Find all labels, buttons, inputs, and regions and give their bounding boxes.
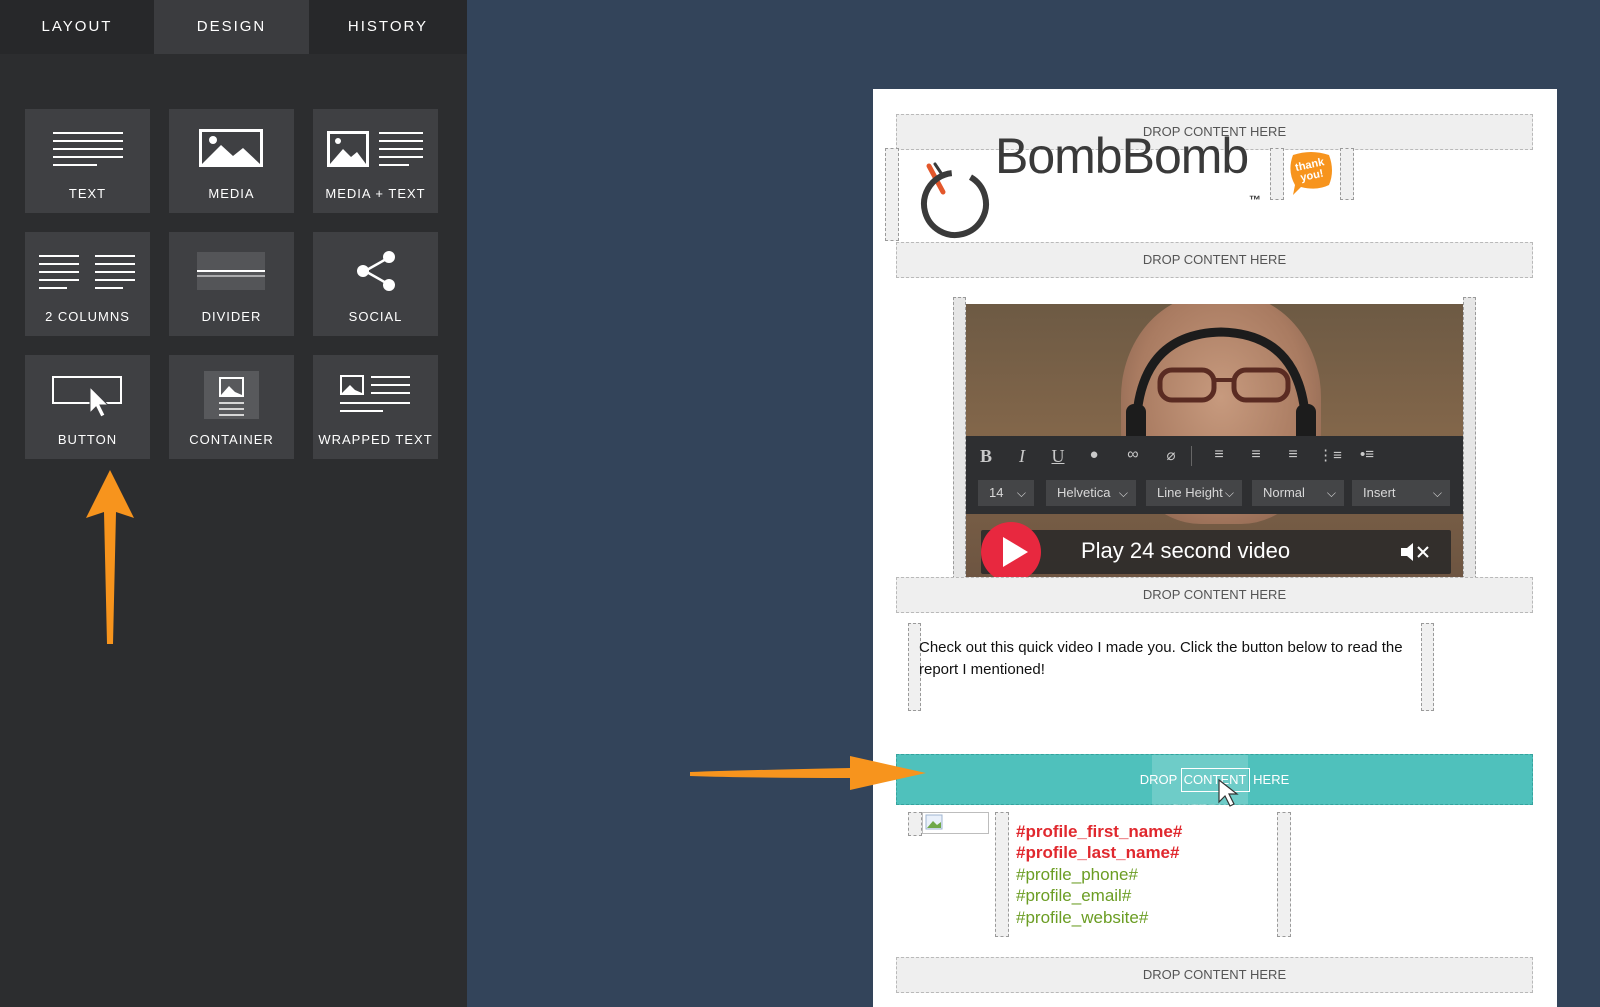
email-canvas: DROP CONTENT HERE BombBomb ™ thank you! … [873,89,1557,1007]
link-icon[interactable]: ∞ [1121,446,1145,468]
line-height-value: Line Height [1157,485,1223,500]
block-handle[interactable] [1340,148,1354,200]
tile-label: DIVIDER [201,309,262,324]
tile-media-text[interactable]: MEDIA + TEXT [313,109,438,213]
profile-email: #profile_email# [1016,886,1132,905]
layout-panel: LAYOUT DESIGN HISTORY TEXT MEDIA MEDIA +… [0,0,467,1007]
tile-text[interactable]: TEXT [25,109,150,213]
chevron-down-icon: ⌵ [1224,486,1234,500]
profile-website: #profile_website# [1016,908,1149,927]
button-cursor-icon [52,376,122,418]
underline-icon[interactable]: U [1046,446,1070,468]
tile-label: MEDIA + TEXT [325,186,426,201]
toolbar-separator [1191,446,1192,466]
block-handle[interactable] [1463,297,1476,594]
align-center-icon[interactable]: ≡ [1244,446,1268,468]
trademark: ™ [1249,193,1261,207]
mute-icon[interactable] [1399,541,1431,563]
format-value: Normal [1263,485,1305,500]
bold-icon[interactable]: B [974,446,998,468]
cursor-arrow-icon [1218,778,1239,807]
align-left-icon[interactable]: ≡ [1207,446,1231,468]
media-text-icon [327,131,423,167]
tile-media[interactable]: MEDIA [169,109,294,213]
block-handle[interactable] [995,812,1009,937]
ordered-list-icon[interactable]: ⋮≡ [1318,446,1342,468]
media-icon [199,129,263,167]
line-height-select[interactable]: Line Height ⌵ [1146,480,1242,506]
chevron-down-icon: ⌵ [1118,486,1128,500]
font-family-value: Helvetica [1057,485,1111,500]
color-drop-icon[interactable]: ● [1082,446,1106,468]
block-handle[interactable] [885,148,899,241]
chevron-down-icon: ⌵ [1016,486,1026,500]
insert-value: Insert [1363,485,1396,500]
block-handle[interactable] [1277,812,1291,937]
tile-label: TEXT [68,186,107,201]
video-thumbnail[interactable]: B I U ● ∞ ⌀ ≡ ≡ ≡ ⋮≡ •≡ 14 ⌵ Helvetica ⌵… [966,304,1463,586]
drop-zone[interactable]: DROP CONTENT HERE [896,242,1533,278]
drop-zone[interactable]: DROP CONTENT HERE [896,577,1533,613]
broken-image-placeholder [922,812,989,834]
arrow-up-icon [86,470,134,644]
unlink-icon[interactable]: ⌀ [1159,446,1183,468]
profile-phone: #profile_phone# [1016,865,1138,884]
rich-text-toolbar: B I U ● ∞ ⌀ ≡ ≡ ≡ ⋮≡ •≡ 14 ⌵ Helvetica ⌵… [966,436,1463,514]
font-size-value: 14 [989,485,1004,500]
font-family-select[interactable]: Helvetica ⌵ [1046,480,1136,506]
format-select[interactable]: Normal ⌵ [1252,480,1344,506]
tab-design[interactable]: DESIGN [154,0,309,54]
insert-select[interactable]: Insert ⌵ [1352,480,1450,506]
drop-word-3: HERE [1253,772,1290,787]
profile-last-name: #profile_last_name# [1016,843,1180,862]
play-button[interactable] [981,522,1041,582]
align-right-icon[interactable]: ≡ [1281,446,1305,468]
tile-label: MEDIA [208,186,255,201]
tab-history[interactable]: HISTORY [309,0,467,54]
tile-label: 2 COLUMNS [45,309,130,324]
play-icon [1003,537,1028,567]
tile-button[interactable]: BUTTON [25,355,150,459]
share-icon [357,251,395,291]
brand-name: BombBomb [995,128,1249,184]
drop-zone[interactable]: DROP CONTENT HERE [896,957,1533,993]
block-handle[interactable] [1270,148,1284,200]
tile-label: WRAPPED TEXT [318,432,433,447]
tile-container[interactable]: CONTAINER [169,355,294,459]
container-icon [204,371,259,419]
tile-label: CONTAINER [189,432,274,447]
thank-you-sticker: thank you! [1287,151,1335,197]
bombbomb-logo-icon [921,162,989,238]
profile-first-name: #profile_first_name# [1016,822,1183,841]
broken-image-icon [925,814,943,830]
chevron-down-icon: ⌵ [1432,486,1442,500]
font-size-select[interactable]: 14 ⌵ [978,480,1034,506]
divider-icon [197,252,265,290]
tile-label: SOCIAL [348,309,403,324]
unordered-list-icon[interactable]: •≡ [1355,446,1379,468]
chevron-down-icon: ⌵ [1326,486,1336,500]
italic-icon[interactable]: I [1010,446,1034,468]
tile-wrapped-text[interactable]: WRAPPED TEXT [313,355,438,459]
glasses-icon [1157,367,1291,403]
email-body-text[interactable]: Check out this quick video I made you. C… [919,637,1419,681]
block-handle[interactable] [908,812,922,836]
wrapped-text-icon [340,375,410,412]
tile-divider[interactable]: DIVIDER [169,232,294,336]
block-handle[interactable] [1421,623,1434,711]
panel-tabs: LAYOUT DESIGN HISTORY [0,0,467,54]
two-columns-icon [39,255,135,289]
play-label: Play 24 second video [1081,538,1291,563]
block-handle[interactable] [953,297,966,594]
tab-layout[interactable]: LAYOUT [0,0,154,54]
tile-2-columns[interactable]: 2 COLUMNS [25,232,150,336]
tile-label: BUTTON [57,432,118,447]
tile-social[interactable]: SOCIAL [313,232,438,336]
text-icon [53,132,123,166]
arrow-right-icon [690,756,926,790]
video-play-bar[interactable]: Play 24 second video [981,522,1451,582]
